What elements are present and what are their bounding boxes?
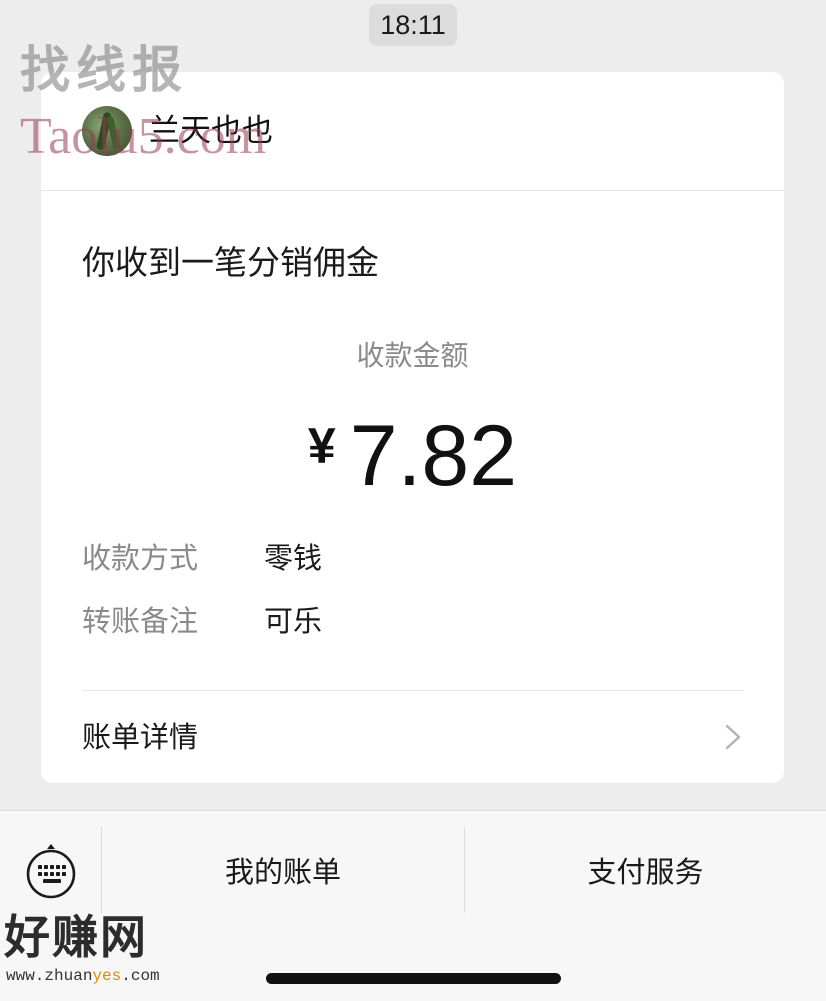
payment-method-label: 收款方式 [82, 541, 199, 575]
amount-label: 收款金额 [356, 339, 469, 372]
watermark-text: 找线报 [20, 41, 188, 99]
card-title: 你收到一笔分销佣金 [82, 243, 379, 282]
watermark-url: www.zhuanyes.com [6, 966, 160, 986]
watermark-url-highlight: yes [92, 967, 122, 985]
home-indicator[interactable] [266, 973, 561, 984]
payment-method-value: 零钱 [264, 541, 323, 575]
payment-services-button[interactable]: 支付服务 [465, 827, 826, 913]
chevron-right-icon [725, 724, 741, 750]
currency-symbol: ¥ [307, 418, 336, 474]
bill-details-label: 账单详情 [82, 720, 199, 754]
watermark-text: 好赚网 [4, 910, 148, 964]
watermark-url-part: www.zhuan [6, 967, 93, 985]
message-timestamp: 18:11 [369, 4, 457, 46]
payment-method-row: 收款方式 零钱 [82, 539, 322, 577]
watermark-url-part: .com [121, 967, 160, 985]
my-bills-button[interactable]: 我的账单 [102, 827, 464, 913]
amount-value: 7.82 [349, 408, 518, 504]
bill-details-link[interactable]: 账单详情 [41, 691, 784, 783]
transfer-note-row: 转账备注 可乐 [82, 602, 322, 640]
amount-display: ¥7.82 [41, 398, 784, 529]
transfer-note-value: 可乐 [264, 604, 323, 638]
keyboard-icon[interactable] [20, 843, 82, 905]
watermark-text: Taolu5.com [20, 108, 267, 165]
transfer-note-label: 转账备注 [82, 604, 199, 638]
payment-notification-card: 兰天也也 你收到一笔分销佣金 收款金额 ¥7.82 收款方式 零钱 转账备注 可乐 … [41, 72, 784, 783]
